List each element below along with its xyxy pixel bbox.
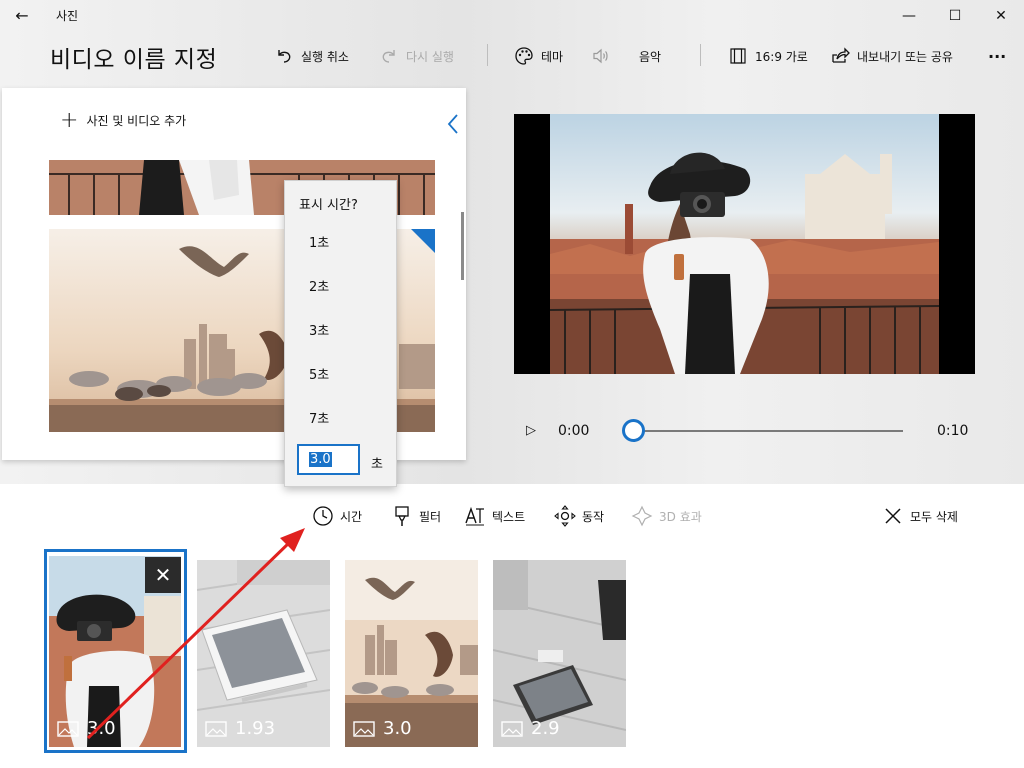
volume-button[interactable] (590, 40, 618, 72)
toolbar-divider (487, 44, 488, 66)
export-label: 내보내기 또는 공유 (857, 49, 953, 64)
toolbar-divider (700, 44, 701, 66)
duration-option-7s[interactable]: 7초 (309, 408, 329, 427)
text-label: 텍스트 (492, 509, 526, 524)
add-media-label: 사진 및 비디오 추가 (86, 114, 187, 128)
duration-unit-label: 초 (371, 457, 383, 472)
export-button[interactable]: 내보내기 또는 공유 (829, 40, 953, 72)
total-time: 0:10 (937, 423, 969, 439)
palette-icon (513, 45, 535, 67)
undo-icon (273, 45, 295, 67)
library-scrollbar[interactable] (461, 212, 464, 280)
storyboard-card[interactable]: 1.93 (197, 560, 330, 747)
duration-label: 시간 (340, 509, 363, 524)
duration-option-1s[interactable]: 1초 (309, 232, 329, 251)
video-preview[interactable] (514, 114, 975, 374)
play-icon: ▷ (526, 423, 536, 438)
motion-icon (554, 505, 576, 527)
chevron-left-icon (447, 114, 458, 134)
minimize-icon: — (902, 8, 916, 24)
duration-custom-input[interactable]: 3.0 (297, 444, 360, 475)
close-icon: ✕ (154, 563, 172, 587)
clock-icon (312, 505, 334, 527)
remove-all-label: 모두 삭제 (910, 509, 958, 524)
aspect-ratio-icon (727, 45, 749, 67)
more-icon: ··· (988, 46, 1007, 66)
project-title[interactable]: 비디오 이름 지정 (50, 40, 217, 74)
duration-flyout-title: 표시 시간? (299, 198, 358, 213)
filters-label: 필터 (419, 509, 442, 524)
selected-corner-indicator (411, 229, 435, 253)
redo-button[interactable]: 다시 실행 (378, 40, 454, 72)
filters-button[interactable]: 필터 (391, 503, 441, 529)
duration-option-5s[interactable]: 5초 (309, 364, 329, 383)
share-icon (829, 45, 851, 67)
aspect-ratio-label: 16:9 가로 (755, 49, 808, 64)
seek-handle[interactable] (622, 419, 645, 442)
card-duration-value: 1.93 (235, 718, 276, 739)
preview-image (550, 114, 939, 374)
current-time: 0:00 (558, 423, 590, 439)
redo-label: 다시 실행 (406, 49, 454, 64)
seek-bar[interactable] (632, 430, 903, 432)
play-button[interactable]: ▷ (526, 421, 540, 441)
image-icon (205, 720, 227, 737)
back-button[interactable]: ← (2, 0, 42, 32)
image-icon (501, 720, 523, 737)
3d-effects-button[interactable]: 3D 효과 (631, 503, 702, 529)
plus-icon: + (60, 107, 79, 133)
add-media-button[interactable]: + 사진 및 비디오 추가 (60, 107, 187, 133)
speaker-icon (590, 45, 612, 67)
card-duration: 1.93 (205, 718, 275, 739)
maximize-icon: ☐ (948, 8, 962, 24)
theme-button[interactable]: 테마 (513, 40, 563, 72)
title-bar: ← 사진 — ☐ ✕ (0, 0, 1024, 32)
image-icon (353, 720, 375, 737)
duration-option-3s[interactable]: 3초 (309, 320, 329, 339)
theme-label: 테마 (541, 49, 564, 64)
duration-button[interactable]: 시간 (312, 503, 362, 529)
back-arrow-icon: ← (15, 6, 29, 25)
card-duration: 3.0 (353, 718, 412, 739)
redo-icon (378, 45, 400, 67)
maximize-button[interactable]: ☐ (932, 0, 978, 32)
duration-flyout: 표시 시간? 1초 2초 3초 5초 7초 3.0 초 (284, 180, 397, 487)
motion-label: 동작 (582, 509, 605, 524)
music-button[interactable]: 음악 (639, 40, 661, 72)
card-duration: 2.9 (501, 718, 560, 739)
close-button[interactable]: ✕ (978, 0, 1024, 32)
3d-effects-label: 3D 효과 (659, 509, 702, 524)
close-x-icon (882, 505, 904, 527)
app-title: 사진 (56, 9, 79, 23)
aspect-ratio-button[interactable]: 16:9 가로 (727, 40, 808, 72)
card-duration-value: 3.0 (383, 718, 412, 739)
more-options-button[interactable]: ··· (988, 40, 1006, 72)
storyboard-card[interactable]: 3.0 (345, 560, 478, 747)
duration-input-value: 3.0 (309, 452, 332, 467)
duration-option-2s[interactable]: 2초 (309, 276, 329, 295)
storyboard-card[interactable]: 2.9 (493, 560, 626, 747)
card-duration-value: 2.9 (531, 718, 560, 739)
music-label: 음악 (639, 49, 662, 64)
collapse-panel-button[interactable] (446, 112, 460, 142)
filter-brush-icon (391, 505, 413, 527)
remove-all-button[interactable]: 모두 삭제 (882, 503, 958, 529)
motion-button[interactable]: 동작 (554, 503, 604, 529)
undo-label: 실행 취소 (301, 49, 349, 64)
3d-effects-icon (631, 505, 653, 527)
minimize-button[interactable]: — (886, 0, 932, 32)
text-icon (464, 505, 486, 527)
undo-button[interactable]: 실행 취소 (273, 40, 349, 72)
close-icon: ✕ (995, 8, 1007, 24)
remove-card-button[interactable]: ✕ (145, 557, 181, 593)
text-button[interactable]: 텍스트 (464, 503, 525, 529)
